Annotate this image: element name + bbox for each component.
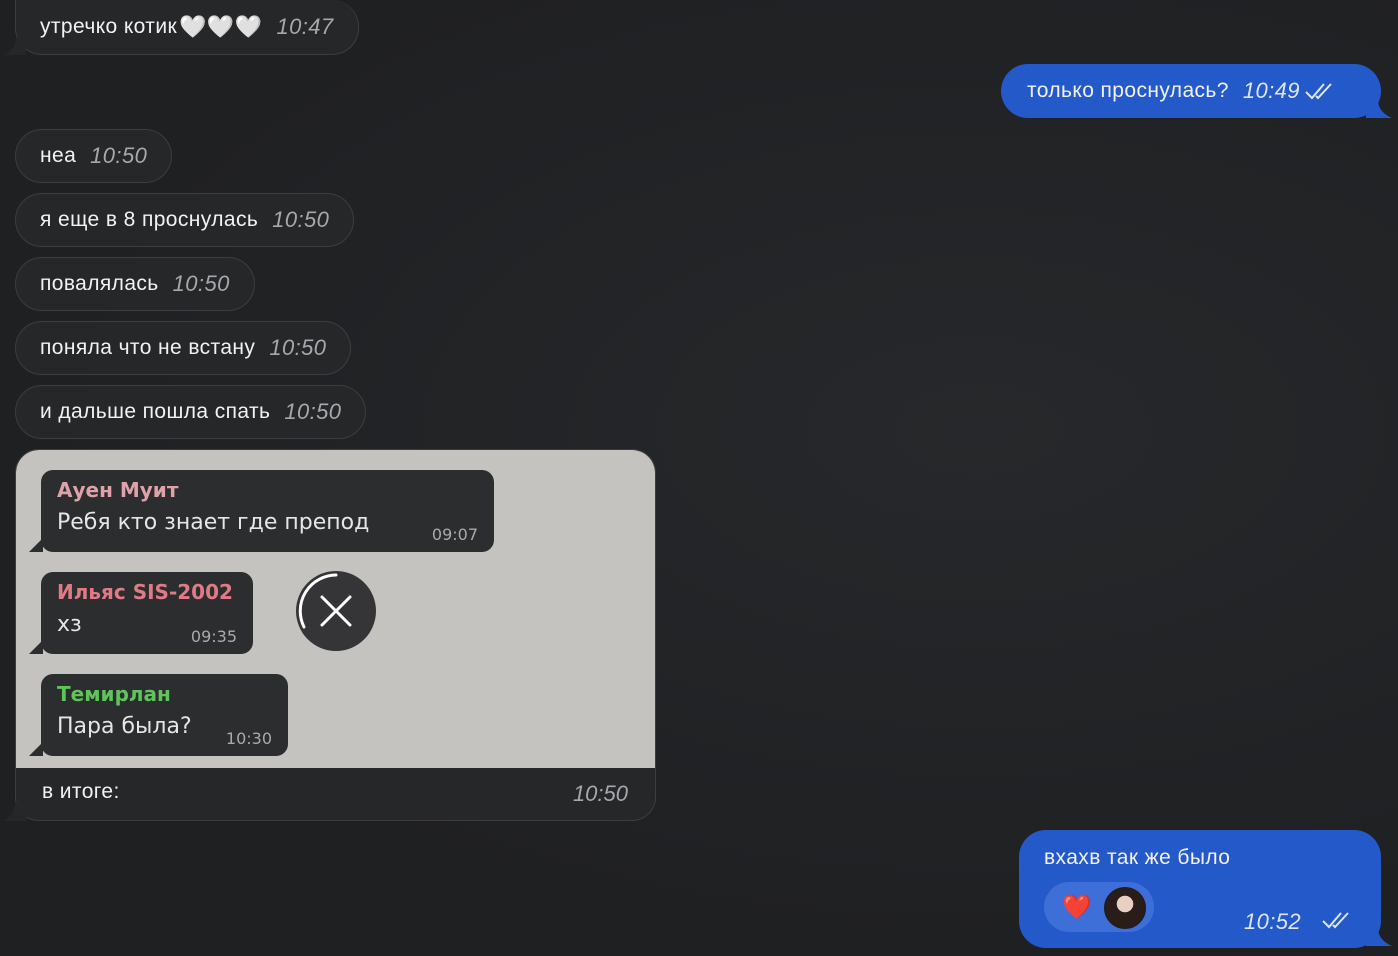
bubble-tail xyxy=(1366,928,1392,946)
screenshot-image[interactable]: Ауен Муит Ребя кто знает где препод 09:0… xyxy=(16,450,655,768)
double-check-icon xyxy=(1305,83,1332,100)
heart-reaction-icon: ❤️ xyxy=(1062,894,1093,921)
sender-name: Ильяс SIS-2002 xyxy=(57,580,233,604)
message-text: и дальше пошла спать xyxy=(40,400,271,423)
message-text: вхахв так же было xyxy=(1044,846,1231,869)
message-outgoing[interactable]: только проснулась? 10:49 xyxy=(1001,64,1381,118)
message-incoming[interactable]: повалялась 10:50 xyxy=(15,257,255,311)
avatar xyxy=(1104,887,1146,929)
image-message[interactable]: Ауен Муит Ребя кто знает где препод 09:0… xyxy=(15,449,656,821)
screenshot-bubble-tail xyxy=(29,538,43,552)
message-time: 10:50 xyxy=(572,781,628,806)
screenshot-time: 09:35 xyxy=(190,627,237,646)
message-time: 10:50 xyxy=(90,143,148,168)
message-time: 10:49 xyxy=(1242,78,1300,103)
screenshot-time: 09:07 xyxy=(431,525,478,544)
message-incoming[interactable]: неа 10:50 xyxy=(15,129,173,183)
message-text: я еще в 8 проснулась xyxy=(40,208,259,231)
message-outgoing[interactable]: вхахв так же было ❤️ 10:52 xyxy=(1019,830,1381,948)
screenshot-bubble: Темирлан Пара была? 10:30 xyxy=(29,674,288,756)
message-incoming[interactable]: я еще в 8 проснулась 10:50 xyxy=(15,193,355,247)
message-text: утречко котик xyxy=(40,15,178,38)
chat-background: утречко котик 🤍🤍🤍 10:47 только проснулас… xyxy=(0,0,1398,956)
screenshot-bubble-tail xyxy=(29,640,43,654)
bubble-tail xyxy=(1366,100,1392,118)
message-time: 10:50 xyxy=(172,271,230,296)
reaction-badge[interactable]: ❤️ xyxy=(1044,882,1154,932)
message-incoming[interactable]: поняла что не встану 10:50 xyxy=(15,321,352,375)
screenshot-bubble: Ауен Муит Ребя кто знает где препод 09:0… xyxy=(29,470,494,552)
image-caption: в итоге: xyxy=(42,780,120,803)
message-text: неа xyxy=(40,144,77,167)
message-incoming[interactable]: и дальше пошла спать 10:50 xyxy=(15,385,367,439)
message-time: 10:50 xyxy=(284,399,342,424)
message-incoming[interactable]: утречко котик 🤍🤍🤍 10:47 xyxy=(15,0,359,55)
bubble-tail xyxy=(3,802,27,821)
message-time: 10:50 xyxy=(269,335,327,360)
screenshot-time: 10:30 xyxy=(225,729,272,748)
message-text: поняла что не встану xyxy=(40,336,256,359)
message-text: только проснулась? xyxy=(1027,79,1229,102)
screenshot-bubble: Ильяс SIS-2002 хз 09:35 xyxy=(29,572,253,654)
double-check-icon xyxy=(1322,912,1349,929)
sender-name: Темирлан xyxy=(57,682,171,706)
bubble-tail xyxy=(4,37,26,55)
screenshot-text: Ребя кто знает где препод xyxy=(57,510,370,535)
cancel-download-button[interactable] xyxy=(296,571,376,651)
screenshot-bubble-tail xyxy=(29,742,43,756)
sender-name: Ауен Муит xyxy=(57,478,179,502)
close-icon xyxy=(298,573,352,629)
heart-emoji: 🤍🤍🤍 xyxy=(179,14,263,39)
message-time: 10:52 xyxy=(1244,909,1302,934)
message-time: 10:47 xyxy=(276,14,334,39)
message-time: 10:50 xyxy=(272,207,330,232)
message-text: повалялась xyxy=(40,272,159,295)
